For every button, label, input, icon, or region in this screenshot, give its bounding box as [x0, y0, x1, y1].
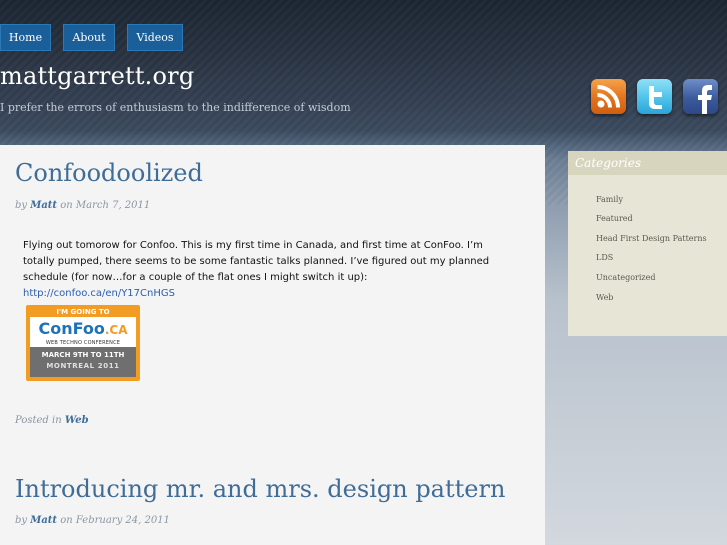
badge-city: MONTREAL 2011: [46, 362, 120, 370]
badge-date-range: MARCH 9TH TO 11TH: [41, 351, 125, 359]
nav-videos[interactable]: Videos: [127, 24, 183, 51]
post-title[interactable]: Confoodoolized: [15, 159, 203, 187]
badge-subtitle: WEB TECHNO CONFERENCE: [45, 340, 121, 346]
twitter-icon[interactable]: [637, 79, 672, 114]
main-content: Confoodoolized by Matt on March 7, 2011 …: [0, 145, 545, 545]
confoo-badge-image[interactable]: I'M GOING TO ConFoo.CA WEB TECHNO CONFER…: [26, 305, 140, 381]
nav-home[interactable]: Home: [0, 24, 51, 51]
posted-in-label: Posted in: [15, 415, 62, 426]
site-tagline: I prefer the errors of enthusiasm to the…: [0, 101, 351, 114]
category-lds[interactable]: LDS: [596, 253, 613, 262]
category-uncategorized[interactable]: Uncategorized: [596, 273, 655, 282]
post-title[interactable]: Introducing mr. and mrs. design pattern: [15, 475, 505, 503]
badge-logo-suffix: .CA: [104, 323, 128, 337]
category-head-first-design-patterns[interactable]: Head First Design Patterns: [596, 234, 707, 243]
badge-logo: ConFoo.CA: [30, 319, 136, 339]
badge-logo-text: ConFoo: [38, 319, 105, 338]
category-family[interactable]: Family: [596, 195, 623, 204]
rss-icon[interactable]: [591, 79, 626, 114]
byline-on: on: [60, 515, 73, 526]
post-body-text: Flying out tomorow for Confoo. This is m…: [23, 240, 490, 283]
byline-by: by: [15, 200, 28, 211]
badge-body: ConFoo.CA WEB TECHNO CONFERENCE MARCH 9T…: [30, 317, 136, 377]
post-date: February 24, 2011: [75, 515, 170, 526]
post-date: March 7, 2011: [75, 200, 151, 211]
category-web[interactable]: Web: [596, 293, 613, 302]
facebook-icon[interactable]: [683, 79, 718, 114]
author-link[interactable]: Matt: [30, 515, 57, 526]
category-link[interactable]: Web: [65, 415, 89, 426]
badge-dates: MARCH 9TH TO 11TH MONTREAL 2011: [30, 347, 136, 377]
badge-top-text: I'M GOING TO: [56, 308, 110, 316]
categories-widget: Categories Family Featured Head First De…: [568, 151, 727, 336]
post-byline: by Matt on February 24, 2011: [15, 515, 170, 526]
categories-heading: Categories: [568, 151, 727, 175]
byline-by: by: [15, 515, 28, 526]
post-footer: Posted in Web: [15, 415, 89, 426]
schedule-link[interactable]: http://confoo.ca/en/Y17CnHGS: [23, 288, 175, 299]
site-title[interactable]: mattgarrett.org: [0, 62, 194, 90]
post-byline: by Matt on March 7, 2011: [15, 200, 150, 211]
byline-on: on: [60, 200, 73, 211]
category-featured[interactable]: Featured: [596, 214, 633, 223]
post-body: Flying out tomorow for Confoo. This is m…: [23, 238, 513, 302]
nav-about[interactable]: About: [63, 24, 115, 51]
author-link[interactable]: Matt: [30, 200, 57, 211]
